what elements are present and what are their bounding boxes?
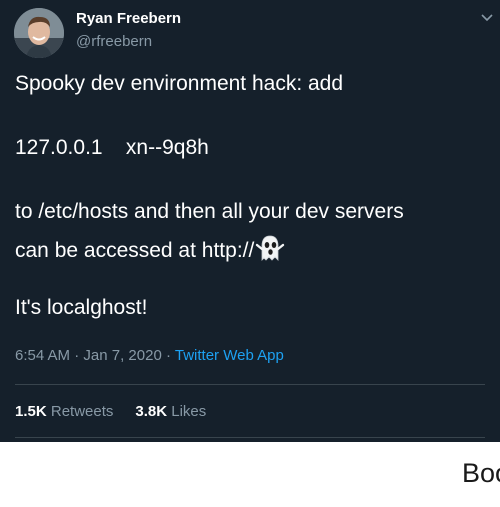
divider xyxy=(15,384,485,385)
likes-label: Likes xyxy=(171,403,207,420)
author-name[interactable]: Ryan Freebern xyxy=(76,10,181,27)
tweet-text-line-4: can be accessed at http:// xyxy=(15,239,255,262)
tweet-card: Ryan Freebern @rfreebern Spooky dev envi… xyxy=(0,0,500,442)
likes-count: 3.8K xyxy=(135,403,168,420)
tweet-text-line-3: to /etc/hosts and then all your dev serv… xyxy=(15,200,404,223)
ghost-icon xyxy=(255,233,285,263)
separator-dot: · xyxy=(74,347,80,364)
caption-text: Boo.. xyxy=(462,458,500,488)
avatar[interactable] xyxy=(14,8,64,58)
tweet-time[interactable]: 6:54 AM xyxy=(15,347,70,364)
tweet-text-line-4-row: can be accessed at http:// xyxy=(15,233,285,263)
separator-dot: · xyxy=(165,347,171,364)
divider xyxy=(15,437,485,438)
tweet-text-line-2: 127.0.0.1 xn--9q8h xyxy=(15,136,209,159)
retweets-count: 1.5K xyxy=(15,403,47,420)
tweet-source-link[interactable]: Twitter Web App xyxy=(175,347,284,364)
author-handle[interactable]: @rfreebern xyxy=(76,33,152,50)
chevron-down-icon[interactable] xyxy=(480,10,494,24)
tweet-date[interactable]: Jan 7, 2020 xyxy=(83,347,161,364)
tweet-stats: 1.5K Retweets 3.8K Likes xyxy=(15,403,206,420)
likes-stat[interactable]: 3.8K Likes xyxy=(135,403,206,420)
tweet-timestamp: 6:54 AM · Jan 7, 2020 · Twitter Web App xyxy=(15,347,284,364)
retweets-stat[interactable]: 1.5K Retweets xyxy=(15,403,113,420)
tweet-text-line-5: It's localghost! xyxy=(15,296,148,319)
tweet-text-line-1: Spooky dev environment hack: add xyxy=(15,72,344,95)
retweets-label: Retweets xyxy=(50,403,114,420)
